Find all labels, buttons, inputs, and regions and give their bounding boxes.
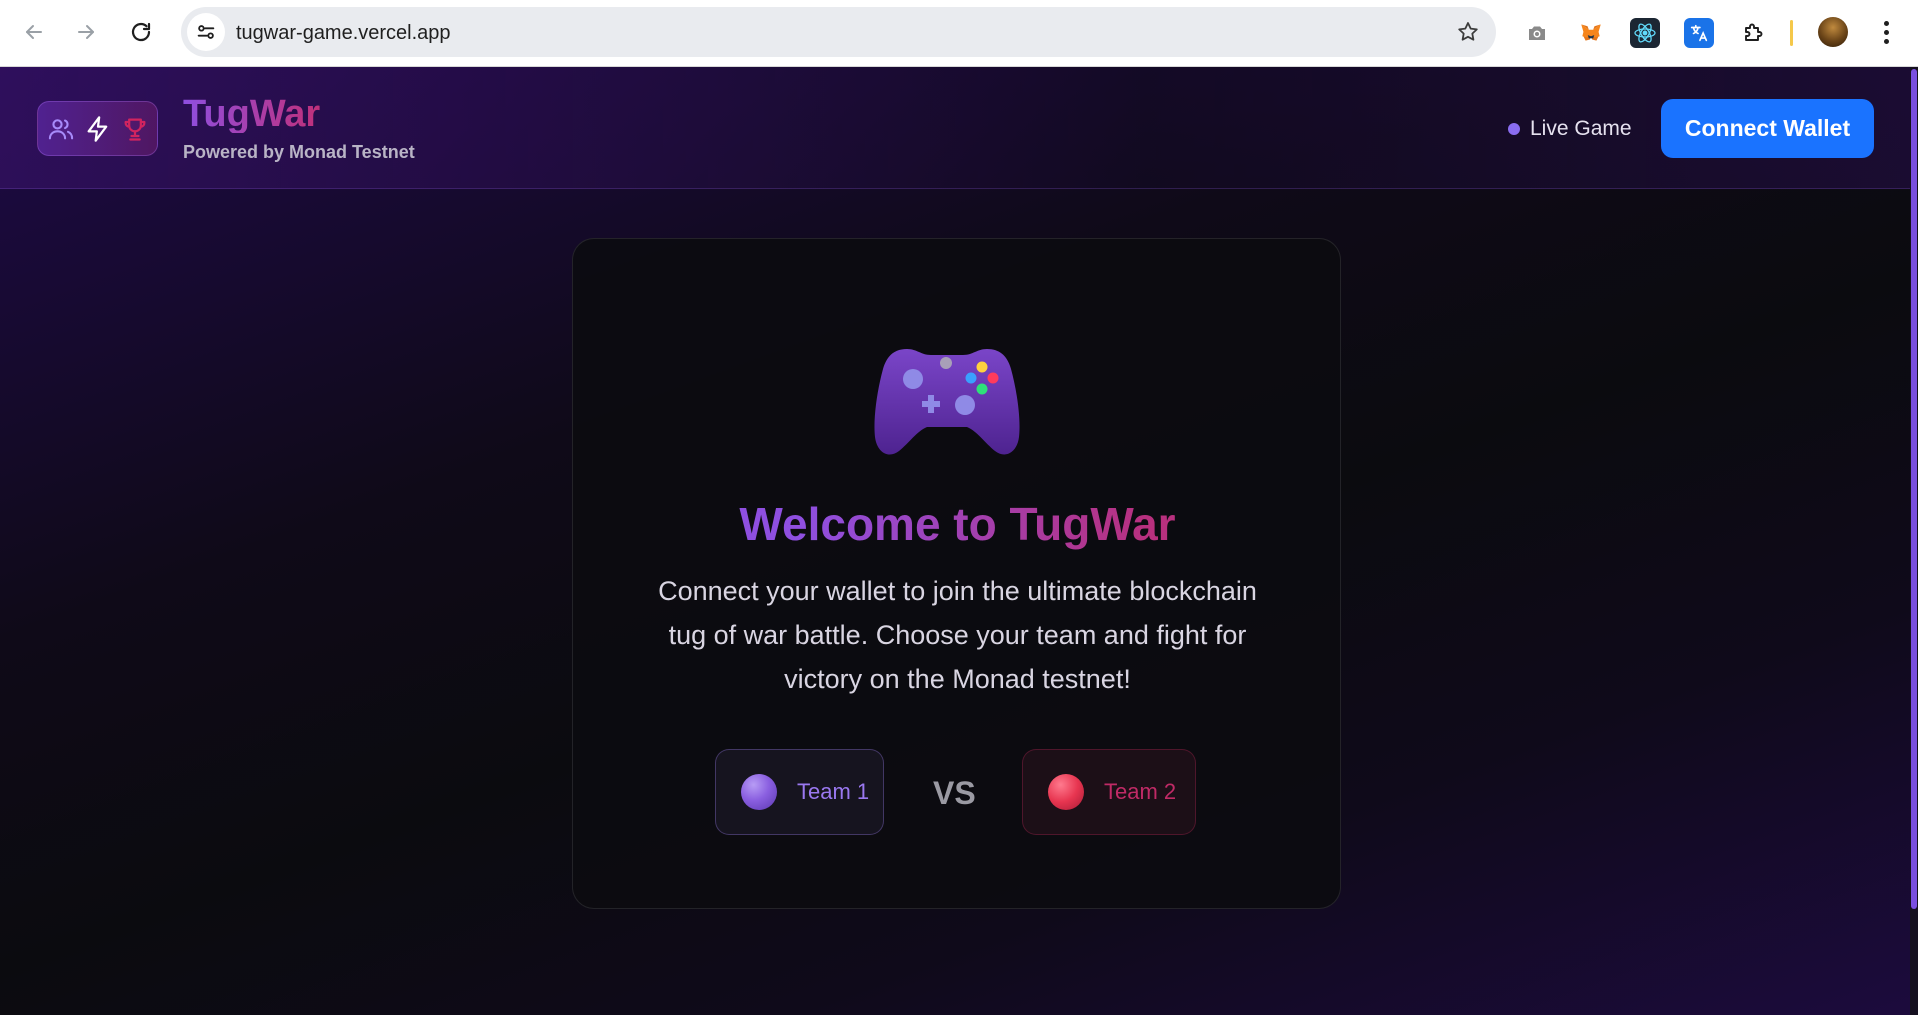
welcome-heading: Welcome to TugWar [573, 497, 1342, 551]
puzzle-extensions-icon [1745, 23, 1763, 41]
welcome-card: Welcome to TugWar Connect your wallet to… [572, 238, 1341, 909]
site-header: TugWar Powered by Monad Testnet Live Gam… [0, 67, 1910, 189]
react-devtools-extension[interactable] [1630, 18, 1660, 48]
vs-label: VS [933, 775, 976, 811]
translate-extension[interactable] [1684, 18, 1714, 48]
lightning-icon [87, 115, 107, 142]
tune-icon [197, 25, 215, 39]
live-status-dot [1508, 123, 1520, 135]
page-scrollbar[interactable] [1910, 67, 1918, 1015]
toolbar-separator [1790, 20, 1793, 46]
logo[interactable] [37, 101, 158, 156]
react-devtools-icon [1634, 23, 1656, 43]
browser-toolbar: tugwar-game.vercel.app [0, 0, 1918, 67]
bookmark-star-icon[interactable] [1456, 20, 1480, 44]
camera-extension[interactable] [1522, 18, 1552, 48]
connect-wallet-button[interactable]: Connect Wallet [1661, 99, 1874, 158]
users-icon [48, 118, 73, 139]
arrow-right-icon [78, 25, 94, 39]
brand-title: TugWar [183, 93, 321, 135]
extensions-menu-button[interactable] [1738, 18, 1768, 48]
address-bar[interactable]: tugwar-game.vercel.app [181, 7, 1496, 57]
game-controller-icon [874, 349, 1020, 455]
site-info-button[interactable] [187, 13, 225, 51]
forward-button[interactable] [66, 12, 106, 52]
brand-subtitle: Powered by Monad Testnet [183, 142, 415, 162]
team-2-option[interactable]: Team 2 [1022, 749, 1196, 835]
camera-icon [1529, 26, 1545, 40]
team-1-option[interactable]: Team 1 [715, 749, 884, 835]
team-2-label: Team 2 [1104, 779, 1177, 804]
browser-menu-button[interactable] [1874, 16, 1898, 48]
team-2-ball [1048, 774, 1084, 810]
translate-icon [1690, 24, 1708, 42]
live-game-label: Live Game [1530, 117, 1632, 140]
trophy-icon [124, 118, 145, 141]
metamask-fox-icon [1581, 24, 1601, 41]
reload-icon [131, 22, 151, 42]
url-text[interactable]: tugwar-game.vercel.app [236, 22, 451, 45]
metamask-extension[interactable] [1576, 18, 1606, 48]
scrollbar-thumb[interactable] [1911, 69, 1917, 909]
arrow-left-icon [26, 25, 42, 39]
welcome-description: Connect your wallet to join the ultimate… [658, 576, 1257, 694]
reload-button[interactable] [121, 12, 161, 52]
team-1-ball [741, 774, 777, 810]
back-button[interactable] [14, 12, 54, 52]
live-game-indicator: Live Game [1508, 117, 1632, 141]
page-viewport: TugWar Powered by Monad Testnet Live Gam… [0, 67, 1910, 1015]
profile-avatar[interactable] [1818, 17, 1848, 47]
team-1-label: Team 1 [797, 779, 870, 804]
